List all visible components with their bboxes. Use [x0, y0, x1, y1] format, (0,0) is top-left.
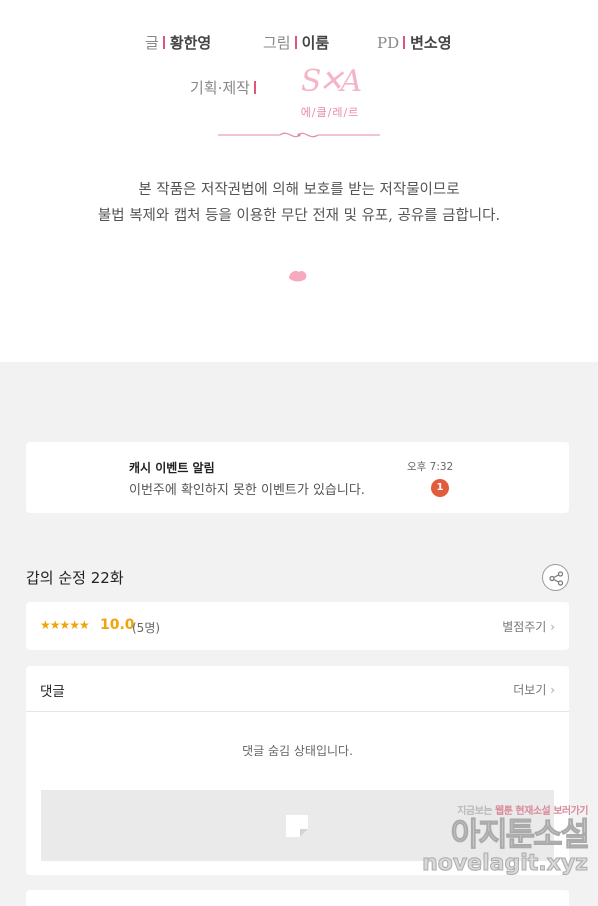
comments-more-label: 더보기: [513, 683, 547, 697]
chevron-right-icon: ›: [550, 620, 555, 634]
credit-separator: [294, 36, 297, 49]
share-button[interactable]: [542, 564, 569, 591]
credit-separator: [403, 36, 406, 49]
credit-separator: [162, 36, 165, 49]
credit-production: 기획·제작: [190, 77, 261, 98]
petal-icon: [289, 270, 307, 282]
rating-count: (5명): [132, 621, 161, 635]
writer-role: 글: [145, 34, 159, 52]
rate-button[interactable]: 별점주기 ›: [502, 618, 555, 635]
pd-name: 변소영: [410, 34, 452, 52]
share-icon: [549, 571, 564, 586]
rate-button-label: 별점주기: [502, 620, 547, 634]
credit-artist: 그림 이룸: [263, 32, 329, 53]
site-watermark: 지금보는 웹툰 현재소설 보러가기 아지툰소설 novelagit.xyz: [408, 802, 591, 892]
watermark-title: 아지툰소설: [450, 815, 590, 853]
divider: [26, 711, 569, 712]
rating-card: ★★★★★ 10.0 (5명) 별점주기 ›: [26, 602, 569, 650]
notification-time: 오후 7:32: [407, 461, 454, 473]
cash-event-notification[interactable]: 캐시 이벤트 알림 이번주에 확인하지 못한 이벤트가 있습니다. 오후 7:3…: [26, 442, 569, 513]
credit-separator: [253, 81, 256, 94]
copyright-line-2: 불법 복제와 캡처 등을 이용한 무단 전재 및 유포, 공유를 금합니다.: [97, 208, 501, 224]
episode-title: 갑의 순정 22화: [26, 569, 124, 587]
comments-more-button[interactable]: 더보기 ›: [513, 681, 555, 698]
production-role: 기획·제작: [190, 79, 250, 97]
notification-title: 캐시 이벤트 알림: [129, 461, 215, 475]
copyright-line-1: 본 작품은 저작권법에 의해 보호를 받는 저작물이므로: [138, 182, 460, 198]
comments-header: 댓글: [40, 684, 65, 700]
comments-hidden-message: 댓글 숨김 상태입니다.: [242, 744, 353, 758]
studio-name: 에/클/레/르: [300, 106, 360, 119]
rating-score: 10.0: [100, 617, 135, 633]
artist-name: 이룸: [301, 34, 330, 52]
ornament-divider: [218, 132, 380, 138]
notification-body: 이번주에 확인하지 못한 이벤트가 있습니다.: [129, 483, 365, 498]
copyright-notice: 본 작품은 저작권법에 의해 보호를 받는 저작물이므로 불법 복제와 캡처 등…: [0, 177, 598, 229]
chevron-right-icon: ›: [550, 683, 555, 697]
next-section-card: [26, 890, 569, 906]
studio-logo-mark: S✕A: [300, 64, 362, 99]
watermark-url: novelagit.xyz: [422, 851, 589, 877]
credit-writer: 글 황한영: [145, 32, 211, 53]
image-placeholder-icon: [286, 815, 308, 837]
artist-role: 그림: [263, 34, 291, 52]
pd-role: PD: [377, 34, 400, 52]
writer-name: 황한영: [169, 34, 212, 52]
studio-logo: S✕A 에/클/레/르: [300, 60, 362, 126]
notification-count-badge: 1: [431, 479, 449, 497]
rating-stars-icon: ★★★★★: [40, 618, 90, 632]
episode-credits-section: 글 황한영 그림 이룸 PD 변소영 기획·제작 S✕A 에/클/레/르 본 작품은 …: [0, 0, 598, 362]
credit-pd: PD 변소영: [377, 32, 452, 53]
